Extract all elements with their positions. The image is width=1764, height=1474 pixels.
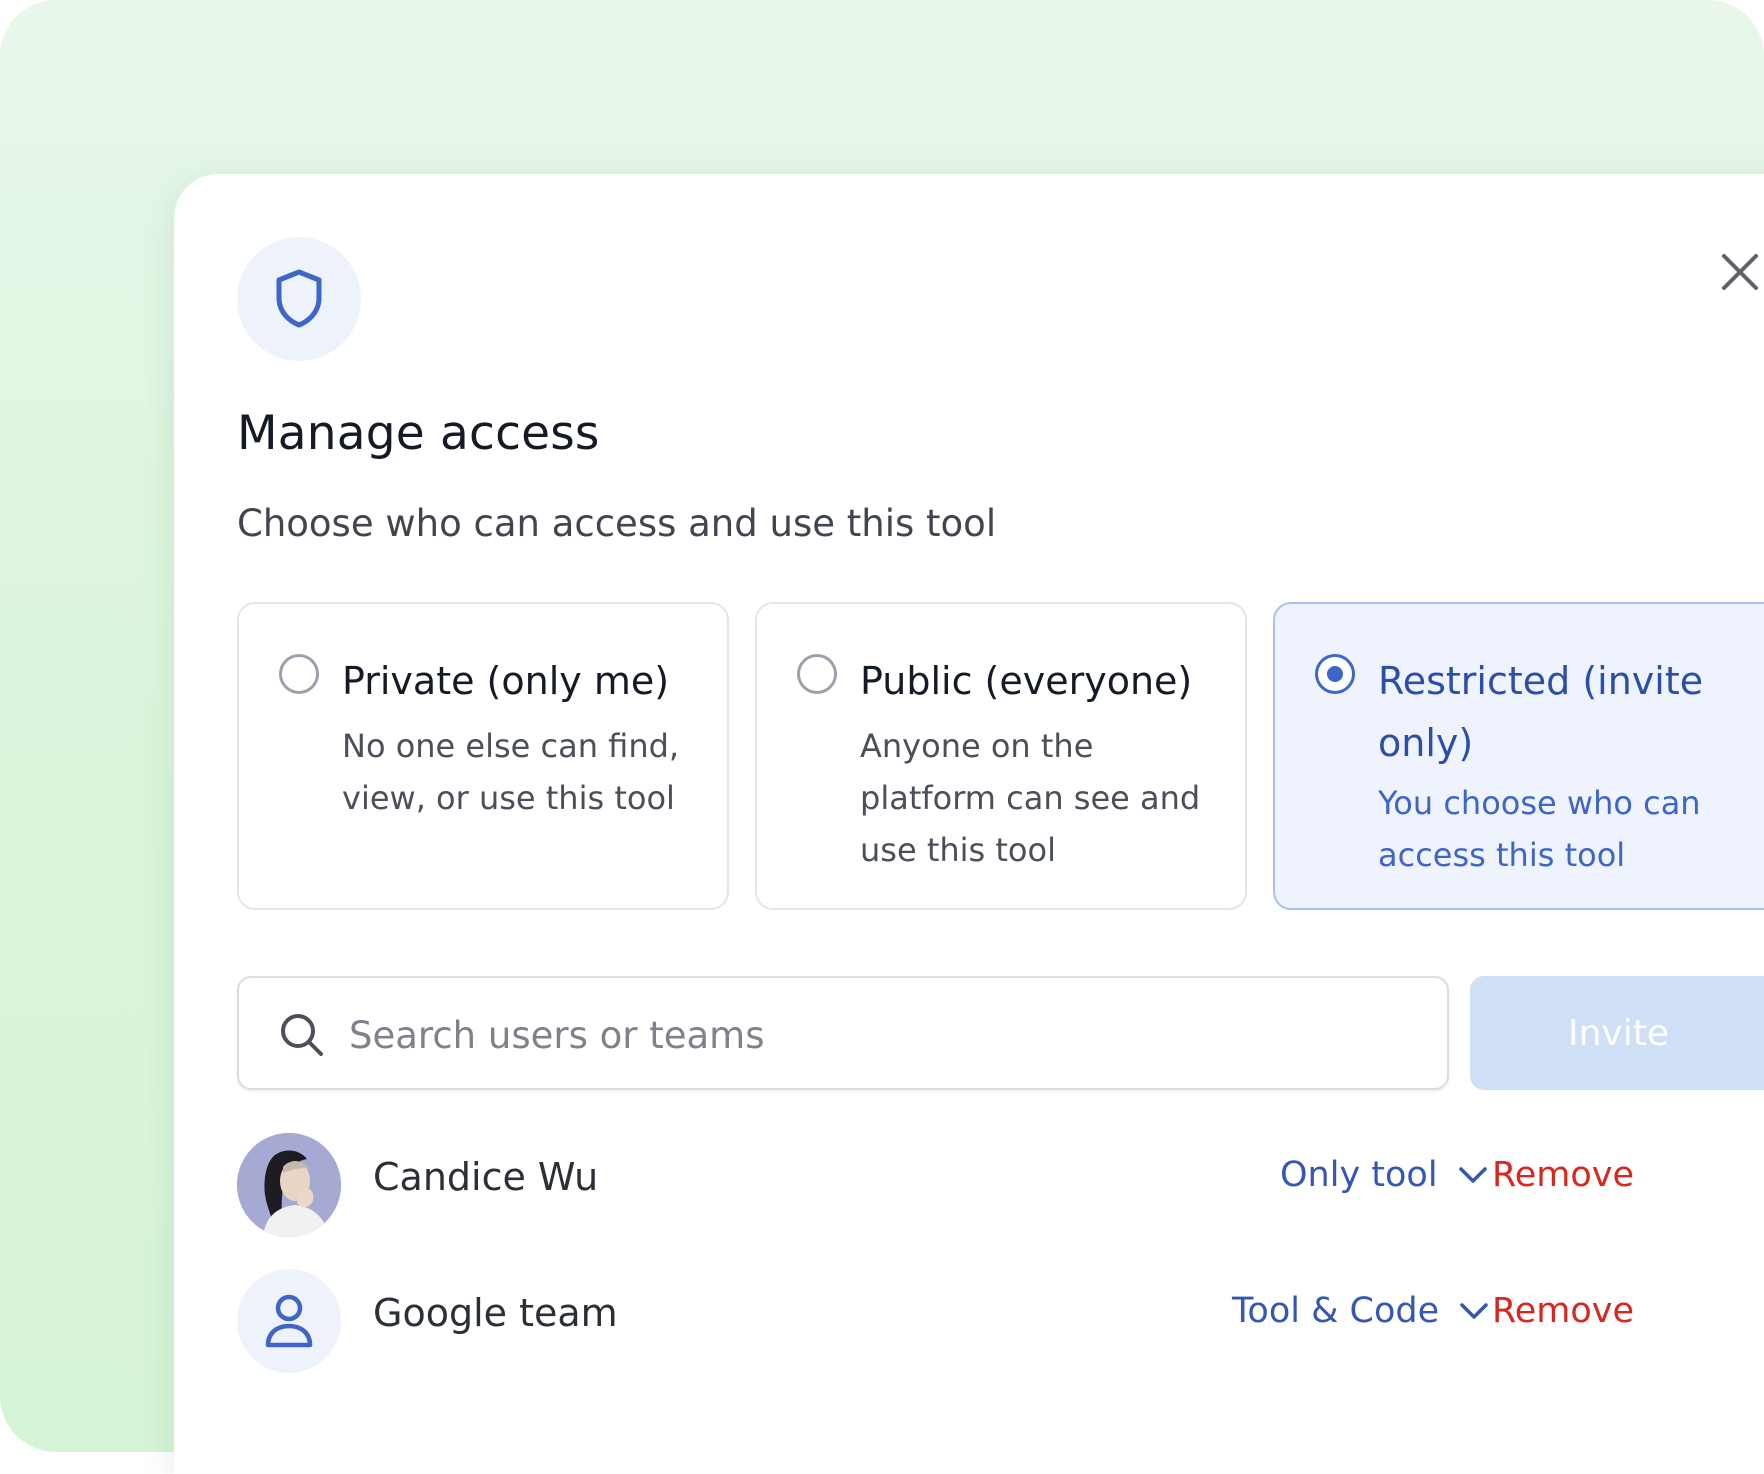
option-title: Private (only me) [342, 659, 670, 703]
shield-badge [237, 237, 361, 361]
remove-button[interactable]: Remove [1492, 1155, 1634, 1195]
access-option-restricted[interactable]: Restricted (invite only) You choose who … [1273, 602, 1764, 910]
search-input[interactable] [347, 994, 1431, 1076]
search-box [237, 976, 1449, 1090]
dialog-title: Manage access [237, 406, 600, 461]
avatar-photo [237, 1133, 341, 1237]
chevron-down-icon [1460, 1303, 1488, 1319]
shield-icon [276, 269, 322, 328]
search-icon [281, 1014, 323, 1056]
avatar [237, 1133, 341, 1237]
member-name: Google team [373, 1291, 618, 1335]
permission-dropdown[interactable]: Tool & Code [1232, 1291, 1491, 1331]
invite-button[interactable]: Invite [1470, 976, 1764, 1090]
manage-access-dialog: Manage access Choose who can access and … [174, 174, 1764, 1474]
option-description: You choose who can access this tool [1378, 784, 1701, 874]
user-icon [265, 1294, 313, 1348]
private-radio[interactable] [279, 654, 319, 694]
permission-label: Only tool [1280, 1155, 1438, 1195]
permission-dropdown[interactable]: Only tool [1280, 1155, 1490, 1195]
dialog-subtitle: Choose who can access and use this tool [237, 502, 997, 545]
option-title: Public (everyone) [860, 659, 1193, 703]
member-row: Google team Tool & Code Remove [237, 1269, 1764, 1373]
access-option-private[interactable]: Private (only me) No one else can find, … [237, 602, 729, 910]
remove-button[interactable]: Remove [1492, 1291, 1634, 1331]
avatar [237, 1269, 341, 1373]
permission-label: Tool & Code [1232, 1291, 1440, 1331]
close-icon [1722, 254, 1758, 290]
close-button[interactable] [1712, 244, 1764, 300]
access-option-public[interactable]: Public (everyone) Anyone on the platform… [755, 602, 1247, 910]
option-title: Restricted (invite only) [1378, 659, 1704, 765]
option-description: Anyone on the platform can see and use t… [860, 727, 1201, 869]
public-radio[interactable] [797, 654, 837, 694]
chevron-down-icon [1458, 1167, 1487, 1183]
option-description: No one else can find, view, or use this … [342, 727, 680, 817]
restricted-radio[interactable] [1315, 654, 1355, 694]
member-row: Candice Wu Only tool Remove [237, 1133, 1764, 1237]
member-name: Candice Wu [373, 1155, 599, 1199]
